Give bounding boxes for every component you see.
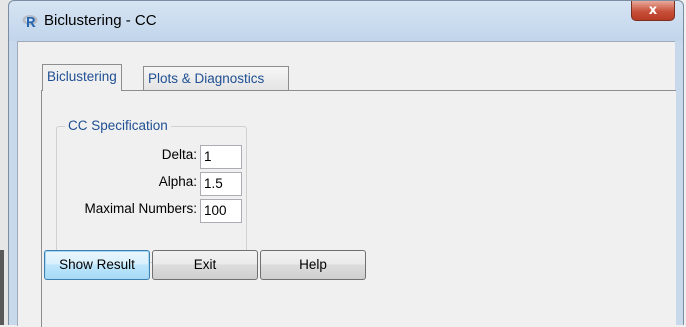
alpha-label: Alpha: bbox=[158, 174, 197, 189]
tab-panel: CC Specification Delta: 1 Alpha: 1.5 Max… bbox=[41, 90, 676, 327]
maximal-numbers-label-wrap: Maximal Numbers: bbox=[57, 199, 197, 219]
help-button[interactable]: Help bbox=[260, 250, 366, 280]
dialog-window: Biclustering - CC x Biclustering Plots &… bbox=[8, 0, 684, 327]
r-logo-icon bbox=[22, 15, 38, 27]
window-title: Biclustering - CC bbox=[44, 12, 157, 29]
maximal-numbers-field[interactable]: 100 bbox=[200, 199, 242, 223]
group-title: CC Specification bbox=[65, 118, 171, 133]
delta-field[interactable]: 1 bbox=[200, 145, 242, 169]
cc-specification-group: CC Specification Delta: 1 Alpha: 1.5 Max… bbox=[56, 118, 247, 263]
background-window-marker bbox=[0, 250, 4, 325]
tab-biclustering[interactable]: Biclustering bbox=[42, 64, 122, 91]
close-button[interactable]: x bbox=[631, 1, 675, 21]
exit-button[interactable]: Exit bbox=[152, 250, 258, 280]
tab-plots-diagnostics[interactable]: Plots & Diagnostics bbox=[143, 66, 289, 90]
delta-label: Delta: bbox=[161, 147, 197, 162]
show-result-button[interactable]: Show Result bbox=[44, 250, 150, 280]
maximal-numbers-label: Maximal Numbers: bbox=[84, 201, 197, 216]
alpha-label-wrap: Alpha: bbox=[57, 172, 197, 192]
close-icon: x bbox=[648, 3, 658, 18]
delta-label-wrap: Delta: bbox=[57, 145, 197, 165]
alpha-field[interactable]: 1.5 bbox=[200, 172, 242, 196]
tab-label: Biclustering bbox=[47, 69, 117, 84]
title-bar[interactable]: Biclustering - CC x bbox=[9, 1, 683, 41]
tab-label: Plots & Diagnostics bbox=[148, 71, 265, 86]
window-client-area: Biclustering Plots & Diagnostics CC Spec… bbox=[17, 41, 676, 327]
